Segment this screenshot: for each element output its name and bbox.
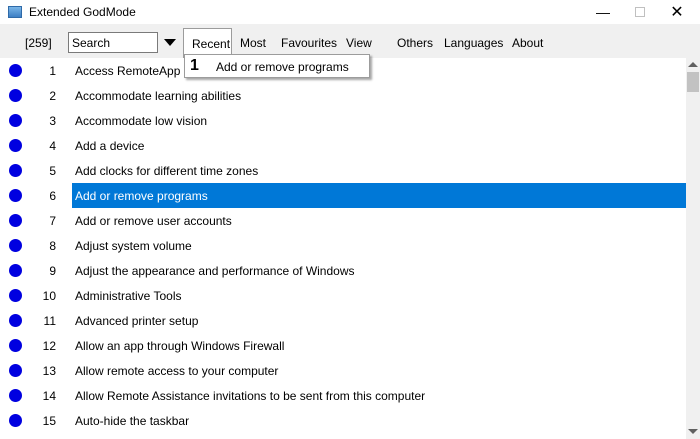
item-label[interactable]: Add or remove user accounts <box>72 208 235 233</box>
status-dot-icon <box>9 214 22 227</box>
title-bar: Extended GodMode — ✕ <box>0 0 700 24</box>
status-dot-icon <box>9 114 22 127</box>
status-dot-icon <box>9 364 22 377</box>
list-item[interactable]: 15 Auto-hide the taskbar <box>0 408 686 433</box>
list-item[interactable]: 5 Add clocks for different time zones <box>0 158 686 183</box>
popup-item-label[interactable]: Add or remove programs <box>216 60 349 74</box>
item-label[interactable]: Adjust system volume <box>72 233 195 258</box>
item-number: 13 <box>42 364 56 378</box>
list-item[interactable]: 9 Adjust the appearance and performance o… <box>0 258 686 283</box>
item-number: 1 <box>49 64 56 78</box>
list-item[interactable]: 3 Accommodate low vision <box>0 108 686 133</box>
status-dot-icon <box>9 139 22 152</box>
app-icon <box>8 6 22 18</box>
item-number: 5 <box>49 164 56 178</box>
item-label[interactable]: Adjust the appearance and performance of… <box>72 258 358 283</box>
item-number: 7 <box>49 214 56 228</box>
list-item[interactable]: 13 Allow remote access to your computer <box>0 358 686 383</box>
menu-recent-label: Recent <box>192 37 231 51</box>
list-item[interactable]: 2 Accommodate learning abilities <box>0 83 686 108</box>
status-dot-icon <box>9 389 22 402</box>
item-number: 8 <box>49 239 56 253</box>
item-label[interactable]: Advanced printer setup <box>72 308 201 333</box>
item-number: 6 <box>49 189 56 203</box>
item-number: 3 <box>49 114 56 128</box>
item-number: 10 <box>42 289 56 303</box>
status-dot-icon <box>9 414 22 427</box>
status-dot-icon <box>9 339 22 352</box>
status-dot-icon <box>9 164 22 177</box>
list-item[interactable]: 14 Allow Remote Assistance invitations to… <box>0 383 686 408</box>
popup-item-number: 1 <box>190 57 199 74</box>
item-number: 11 <box>43 314 56 328</box>
list-item[interactable]: 6 Add or remove programs <box>0 183 686 208</box>
item-label[interactable]: Administrative Tools <box>72 283 185 308</box>
status-dot-icon <box>9 239 22 252</box>
recent-popup: 1 Add or remove programs <box>184 54 370 78</box>
list-item[interactable]: 4 Add a device <box>0 133 686 158</box>
status-dot-icon <box>9 314 22 327</box>
status-dot-icon <box>9 289 22 302</box>
scroll-up-icon[interactable] <box>688 62 698 67</box>
list-item[interactable]: 12 Allow an app through Windows Firewall <box>0 333 686 358</box>
scroll-down-icon[interactable] <box>688 429 698 434</box>
item-label[interactable]: Add or remove programs <box>72 183 686 208</box>
vertical-scrollbar[interactable] <box>686 58 700 439</box>
window-title: Extended GodMode <box>29 5 136 19</box>
item-number: 2 <box>49 89 56 103</box>
menu-about[interactable]: About <box>512 36 543 50</box>
list-item[interactable]: 7 Add or remove user accounts <box>0 208 686 233</box>
item-label[interactable]: Auto-hide the taskbar <box>72 408 192 433</box>
menu-others[interactable]: Others <box>397 36 433 50</box>
close-button[interactable]: ✕ <box>654 0 700 24</box>
status-dot-icon <box>9 189 22 202</box>
item-label[interactable]: Add a device <box>72 133 147 158</box>
item-label[interactable]: Add clocks for different time zones <box>72 158 261 183</box>
item-label[interactable]: Accommodate low vision <box>72 108 210 133</box>
item-count: [259] <box>25 36 52 50</box>
menu-favourites[interactable]: Favourites <box>281 36 337 50</box>
maximize-icon <box>635 7 645 17</box>
list-item[interactable]: 8 Adjust system volume <box>0 233 686 258</box>
status-dot-icon <box>9 264 22 277</box>
item-label[interactable]: Allow an app through Windows Firewall <box>72 333 287 358</box>
item-number: 12 <box>42 339 56 353</box>
search-input[interactable] <box>68 32 158 53</box>
item-label[interactable]: Accommodate learning abilities <box>72 83 244 108</box>
scroll-thumb[interactable] <box>687 72 699 92</box>
item-number: 9 <box>49 264 56 278</box>
item-number: 14 <box>42 389 56 403</box>
item-label[interactable]: Allow Remote Assistance invitations to b… <box>72 383 428 408</box>
list-item[interactable]: 10 Administrative Tools <box>0 283 686 308</box>
dropdown-arrow-icon[interactable] <box>164 39 176 46</box>
list-item[interactable]: 11 Advanced printer setup <box>0 308 686 333</box>
menu-view[interactable]: View <box>346 36 372 50</box>
status-dot-icon <box>9 89 22 102</box>
menu-languages[interactable]: Languages <box>444 36 503 50</box>
item-number: 4 <box>49 139 56 153</box>
item-number: 15 <box>42 414 56 428</box>
menu-most[interactable]: Most <box>240 36 266 50</box>
tasks-list: 1 Access RemoteApp and 2 Accommodate learni… <box>0 58 686 439</box>
item-label[interactable]: Allow remote access to your computer <box>72 358 281 383</box>
status-dot-icon <box>9 64 22 77</box>
